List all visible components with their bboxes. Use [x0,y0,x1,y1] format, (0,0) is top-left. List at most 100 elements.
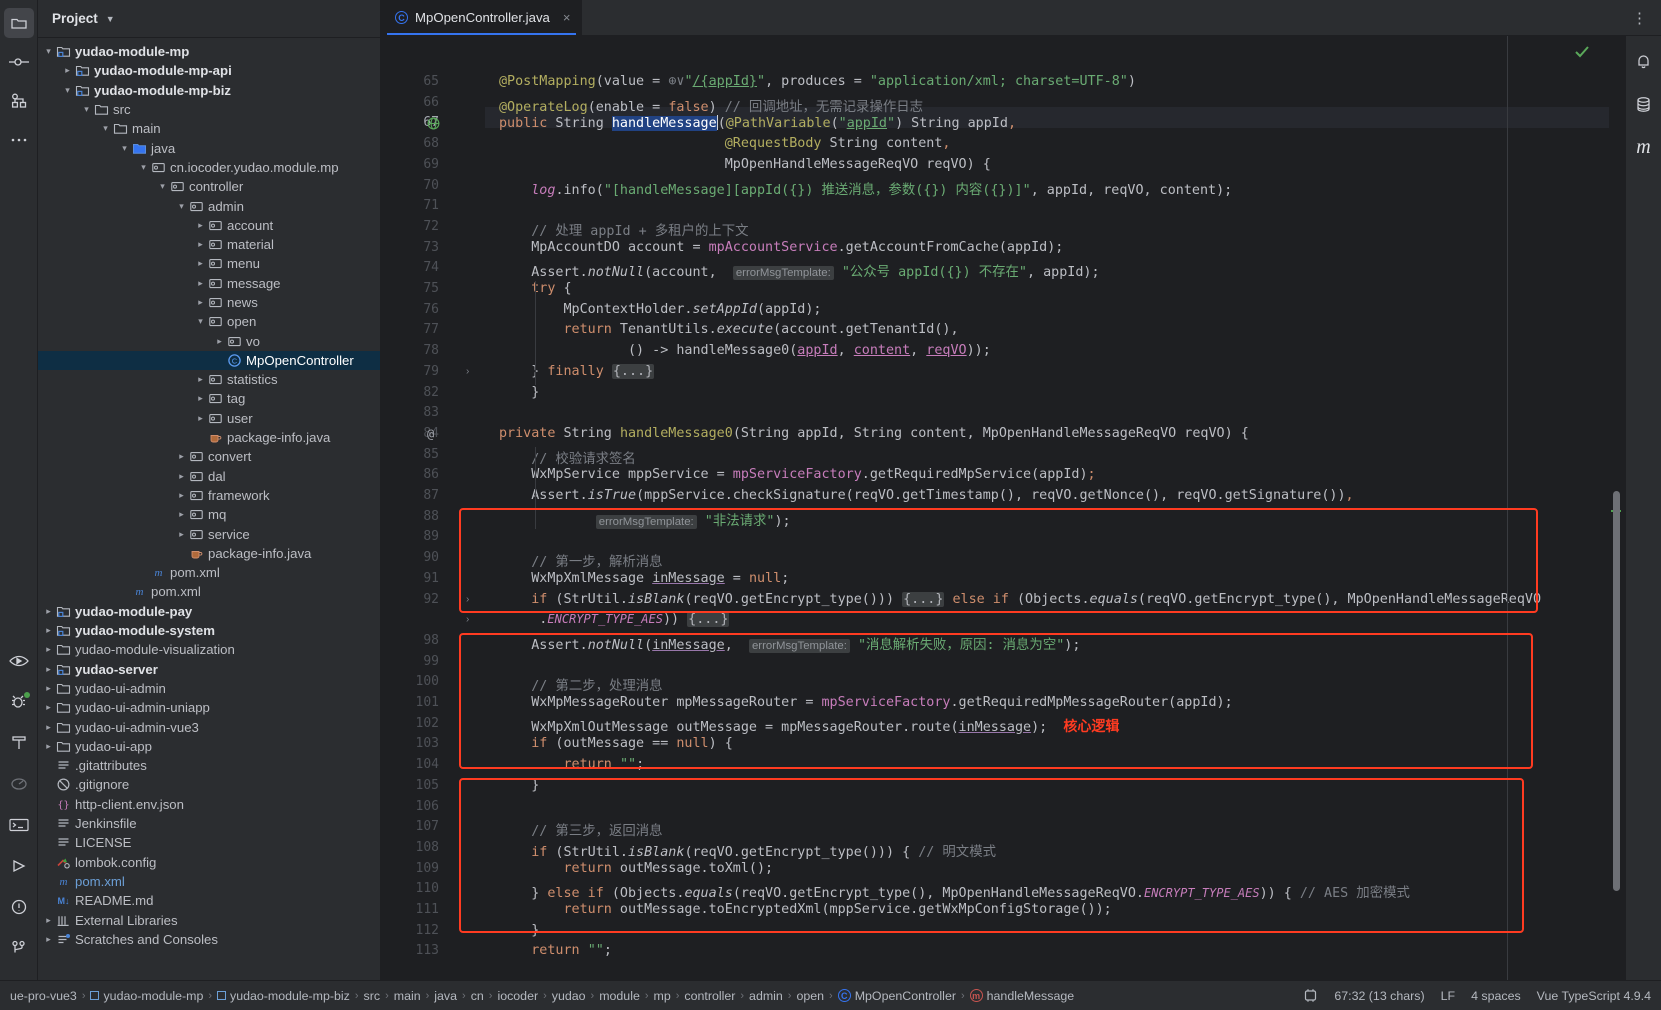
tree-node[interactable]: package-info.java [38,544,380,563]
tree-node[interactable]: ▾main [38,119,380,138]
tree-node[interactable]: .gitattributes [38,756,380,775]
chevron-right-icon[interactable]: ▸ [194,279,207,288]
chevron-right-icon[interactable]: ▸ [42,935,55,944]
tree-node[interactable]: mpom.xml [38,563,380,582]
fold-marker-gutter[interactable]: ››› [453,36,485,980]
bell-icon[interactable] [1631,48,1657,74]
problems-icon[interactable] [4,892,34,922]
tree-node[interactable]: .gitignore [38,775,380,794]
chevron-right-icon[interactable]: ▸ [194,240,207,249]
chevron-down-icon[interactable]: ▾ [175,202,188,211]
chevron-right-icon[interactable]: ▸ [42,626,55,635]
breadcrumb-item[interactable]: yudao-module-mp-biz [217,989,350,1003]
chevron-right-icon[interactable]: ▸ [42,665,55,674]
chevron-right-icon[interactable]: ▸ [194,394,207,403]
chevron-right-icon[interactable]: ▸ [61,66,74,75]
tree-node[interactable]: ▸yudao-module-mp-api [38,61,380,80]
chevron-right-icon[interactable]: ▸ [194,221,207,230]
tree-node[interactable]: ▸yudao-ui-app [38,737,380,756]
project-icon[interactable] [4,8,34,38]
line-separator[interactable]: LF [1441,989,1455,1003]
breadcrumb-item[interactable]: mp [654,989,671,1003]
tree-node[interactable]: ▸vo [38,331,380,350]
tree-node[interactable]: ▸mq [38,505,380,524]
editor-options-icon[interactable]: ⋮ [1618,0,1661,35]
tree-node[interactable]: ▸Scratches and Consoles [38,930,380,949]
tree-node[interactable]: ▸yudao-ui-admin-uniapp [38,698,380,717]
tree-node[interactable]: ▸yudao-module-visualization [38,640,380,659]
memory-indicator-icon[interactable] [1303,989,1318,1002]
more-tool-windows-icon[interactable] [4,125,34,155]
breadcrumb-item[interactable]: yudao-module-mp [90,989,203,1003]
breadcrumb-item[interactable]: CMpOpenController [838,989,956,1003]
code-text[interactable]: @PostMapping(value = ⊕∨"/{appId}", produ… [485,36,1609,980]
tree-node[interactable]: ▾controller [38,177,380,196]
chevron-right-icon[interactable]: ▸ [42,916,55,925]
tree-node[interactable]: ▸account [38,216,380,235]
caret-position[interactable]: 67:32 (13 chars) [1334,989,1424,1003]
breadcrumb-item[interactable]: module [599,989,640,1003]
tree-node[interactable]: ▸statistics [38,370,380,389]
tree-node[interactable]: ▾cn.iocoder.yudao.module.mp [38,158,380,177]
tree-node[interactable]: ▸message [38,274,380,293]
tree-node[interactable]: ▾open [38,312,380,331]
chevron-down-icon[interactable]: ▾ [137,163,150,172]
tab-mpopencontroller[interactable]: C MpOpenController.java × [381,0,582,35]
breadcrumb-item[interactable]: open [796,989,824,1003]
tree-node-selected[interactable]: CMpOpenController [38,351,380,370]
terminal-icon[interactable] [4,810,34,840]
chevron-down-icon[interactable]: ▾ [118,144,131,153]
tree-node[interactable]: ▸External Libraries [38,910,380,929]
chevron-right-icon[interactable]: ▸ [42,607,55,616]
tree-node[interactable]: ▸framework [38,486,380,505]
annotation-gutter-icon[interactable]: @ [427,427,434,441]
tree-node[interactable]: ▸yudao-ui-admin [38,679,380,698]
chevron-right-icon[interactable]: ▸ [175,452,188,461]
chevron-right-icon[interactable]: ▸ [175,472,188,481]
breadcrumb-item[interactable]: controller [684,989,735,1003]
tree-node[interactable]: M↓README.md [38,891,380,910]
chevron-right-icon[interactable]: ▸ [194,298,207,307]
chevron-down-icon[interactable]: ▾ [156,182,169,191]
chevron-down-icon[interactable]: ▾ [194,317,207,326]
database-icon[interactable] [1631,91,1657,117]
language-level[interactable]: Vue TypeScript 4.9.4 [1537,989,1651,1003]
tree-node[interactable]: ▸yudao-ui-admin-vue3 [38,717,380,736]
chevron-down-icon[interactable]: ▾ [61,86,74,95]
chevron-down-icon[interactable]: ▾ [80,105,93,114]
breadcrumb-item[interactable]: src [364,989,381,1003]
tree-node[interactable]: ▾admin [38,196,380,215]
chevron-right-icon[interactable]: ▸ [194,375,207,384]
tree-node[interactable]: ▸yudao-server [38,660,380,679]
chevron-right-icon[interactable]: ▸ [42,742,55,751]
tree-node[interactable]: ▸yudao-module-system [38,621,380,640]
tree-node[interactable]: ▾yudao-module-mp [38,42,380,61]
breadcrumb[interactable]: ue-pro-vue3›yudao-module-mp›yudao-module… [10,989,1303,1003]
tree-node[interactable]: ▸tag [38,389,380,408]
indent-setting[interactable]: 4 spaces [1471,989,1521,1003]
tree-node[interactable]: ▾src [38,100,380,119]
breadcrumb-item[interactable]: yudao [552,989,586,1003]
maven-icon[interactable]: m [1631,134,1657,160]
tree-node[interactable]: package-info.java [38,428,380,447]
chevron-right-icon[interactable]: ▸ [42,723,55,732]
breadcrumb-item[interactable]: mhandleMessage [970,989,1075,1003]
tree-node[interactable]: ▸menu [38,254,380,273]
breadcrumb-item[interactable]: java [434,989,457,1003]
hammer-icon[interactable] [4,728,34,758]
breadcrumb-item[interactable]: cn [471,989,484,1003]
chevron-right-icon[interactable]: ▸ [42,645,55,654]
tree-node[interactable]: ▸user [38,409,380,428]
eye-icon[interactable] [4,646,34,676]
tree-node[interactable]: Jenkinsfile [38,814,380,833]
tree-node[interactable]: ▸service [38,524,380,543]
tree-node[interactable]: lombok.config [38,852,380,871]
tree-node[interactable]: mpom.xml [38,582,380,601]
fold-chevron-icon[interactable]: › [466,614,469,625]
fold-chevron-icon[interactable]: › [466,594,469,605]
chevron-right-icon[interactable]: ▸ [194,259,207,268]
editor-scrollbar[interactable] [1609,36,1625,980]
tree-node[interactable]: LICENSE [38,833,380,852]
project-panel-header[interactable]: Project ▼ [38,0,380,38]
tree-node[interactable]: mpom.xml [38,872,380,891]
